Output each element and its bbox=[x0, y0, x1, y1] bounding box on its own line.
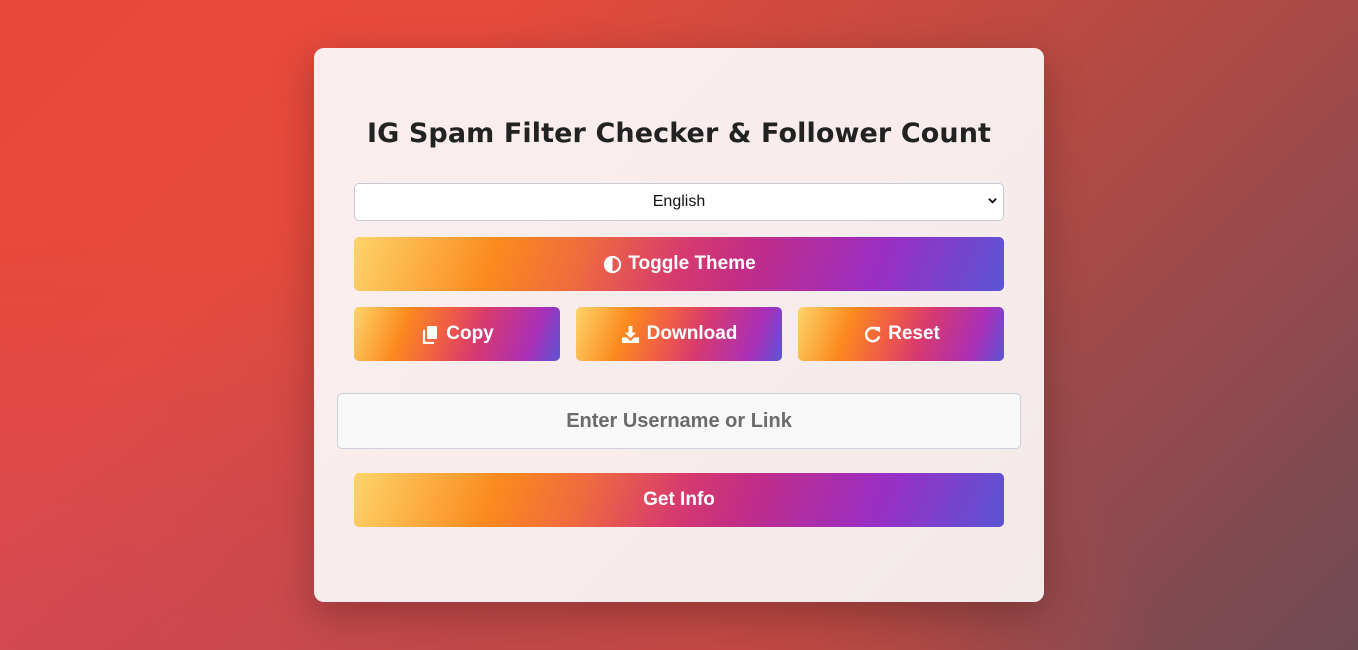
page-title: IG Spam Filter Checker & Follower Count bbox=[366, 118, 992, 149]
get-info-label: Get Info bbox=[643, 489, 715, 510]
redo-icon bbox=[862, 324, 882, 344]
half-circle-icon bbox=[602, 254, 622, 274]
toggle-theme-button[interactable]: Toggle Theme bbox=[354, 237, 1004, 291]
language-select[interactable]: English bbox=[354, 183, 1004, 221]
download-label: Download bbox=[646, 323, 738, 344]
reset-button[interactable]: Reset bbox=[798, 307, 1004, 361]
copy-label: Copy bbox=[446, 323, 494, 344]
download-icon bbox=[621, 324, 641, 344]
chevron-down-icon bbox=[988, 198, 997, 204]
main-card: IG Spam Filter Checker & Follower Count … bbox=[314, 48, 1044, 602]
get-info-button[interactable]: Get Info bbox=[354, 473, 1004, 527]
toggle-theme-label: Toggle Theme bbox=[628, 253, 756, 274]
copy-button[interactable]: Copy bbox=[354, 307, 560, 361]
username-input[interactable] bbox=[337, 393, 1021, 449]
copy-icon bbox=[420, 324, 440, 344]
download-button[interactable]: Download bbox=[576, 307, 782, 361]
language-select-value: English bbox=[652, 193, 706, 210]
reset-label: Reset bbox=[888, 323, 940, 344]
